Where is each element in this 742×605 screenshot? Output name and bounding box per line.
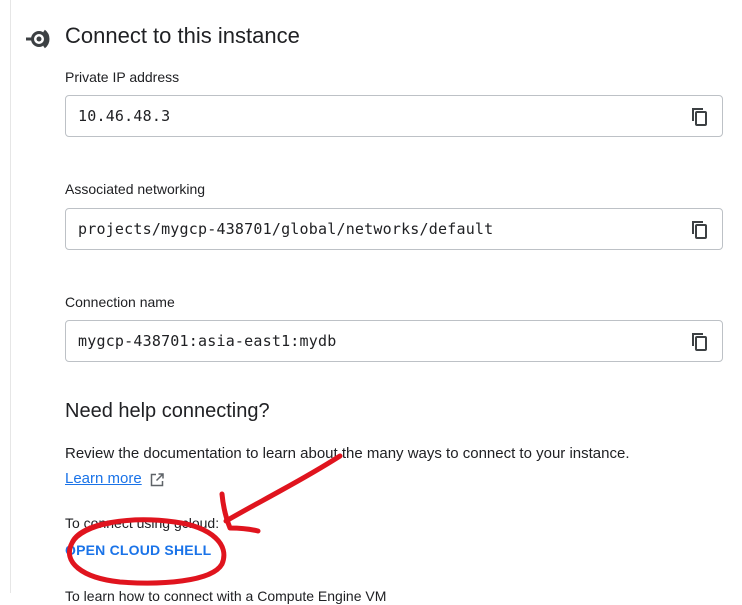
annotation-arrow-head xyxy=(219,491,261,534)
compute-engine-instructions: To learn how to connect with a Compute E… xyxy=(65,588,387,604)
annotation-arrow-shaft xyxy=(223,453,343,524)
copy-icon[interactable] xyxy=(688,330,712,354)
connection-name-value[interactable]: mygcp-438701:asia-east1:mydb xyxy=(78,332,336,350)
associated-networking-value[interactable]: projects/mygcp-438701/global/networks/de… xyxy=(78,220,493,238)
associated-networking-label: Associated networking xyxy=(65,181,206,197)
left-rail-divider xyxy=(10,0,11,593)
copy-icon[interactable] xyxy=(688,105,712,129)
private-ip-value[interactable]: 10.46.48.3 xyxy=(78,107,170,125)
open-cloud-shell-button[interactable]: OPEN CLOUD SHELL xyxy=(65,540,211,560)
help-heading: Need help connecting? xyxy=(65,400,270,422)
connection-name-label: Connection name xyxy=(65,294,175,310)
gcloud-instructions: To connect using gcloud: xyxy=(65,515,220,531)
associated-networking-field[interactable]: projects/mygcp-438701/global/networks/de… xyxy=(65,208,723,250)
connection-name-field[interactable]: mygcp-438701:asia-east1:mydb xyxy=(65,320,723,362)
private-ip-label: Private IP address xyxy=(65,69,180,85)
open-in-new-icon[interactable] xyxy=(149,472,165,488)
learn-more-link[interactable]: Learn more xyxy=(65,469,142,489)
section-title: Connect to this instance xyxy=(65,23,300,48)
connection-plug-icon xyxy=(26,29,50,49)
help-description: Review the documentation to learn about … xyxy=(65,445,630,462)
private-ip-field[interactable]: 10.46.48.3 xyxy=(65,95,723,137)
copy-icon[interactable] xyxy=(688,218,712,242)
